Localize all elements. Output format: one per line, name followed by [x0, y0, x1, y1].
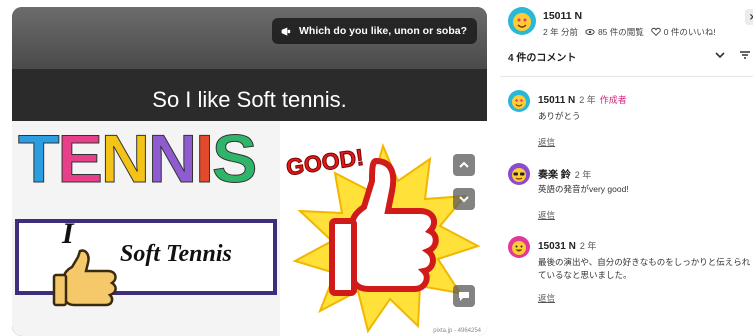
comment-author: 奏楽 鈴2 年 [538, 166, 591, 181]
comment-toggle-button[interactable] [453, 285, 475, 307]
author-info: 15011 N 2 年 分前 85 件の閲覧 0 件のいいね! × [508, 5, 753, 45]
tennis-letter: E [57, 121, 103, 198]
tennis-word: TENNIS [18, 119, 258, 199]
tennis-letter: N [148, 121, 198, 198]
sort-filter-icon[interactable] [738, 48, 752, 62]
presentation-title: Which do you like, unon or soba? [299, 25, 467, 37]
comment-item: 15011 N 2 年作成者 ありがとう 返信 [508, 89, 753, 149]
tennis-letter: N [100, 121, 150, 198]
i-letter: I [62, 217, 74, 250]
thumbs-up-icon [52, 249, 117, 307]
close-button[interactable]: × [745, 9, 753, 25]
chevron-down-icon [459, 196, 469, 203]
comments-header: 4 件のコメント [508, 48, 753, 64]
sunglasses-emoji-icon [512, 168, 526, 182]
comment-item: 15031 N2 年 最後の演出や、自分の好きなものをしっかりと伝えられているな… [508, 235, 753, 311]
post-time: 2 年 分前 [543, 27, 578, 37]
comment-avatar[interactable] [508, 90, 530, 112]
section-divider [500, 76, 753, 77]
smiling-emoji-icon [512, 241, 526, 255]
post-meta: 2 年 分前 85 件の閲覧 0 件のいいね! [543, 26, 716, 38]
reply-link[interactable]: 返信 [538, 292, 555, 304]
next-slide-button[interactable] [453, 188, 475, 210]
comment-item: 奏楽 鈴2 年 英語の発音がvery good! 返信 [508, 162, 753, 222]
eye-icon [585, 29, 595, 35]
heart-icon[interactable] [650, 27, 661, 37]
author-name[interactable]: 15011 N [543, 10, 582, 22]
comment-time: 2 年 [574, 170, 592, 180]
view-count: 85 件の閲覧 [597, 27, 644, 37]
chevron-up-icon [459, 161, 469, 168]
comment-icon [459, 292, 469, 301]
tennis-letter: I [195, 121, 215, 198]
reply-link[interactable]: 返信 [538, 136, 555, 148]
comment-text: ありがとう [538, 111, 581, 121]
comment-author-name[interactable]: 15031 N [538, 241, 576, 252]
tennis-letter: S [212, 121, 258, 198]
image-watermark: pixta.jp - 4964254 [433, 328, 481, 334]
author-avatar[interactable] [508, 7, 536, 35]
soft-tennis-label: Soft Tennis [120, 241, 232, 267]
comment-text: 最後の演出や、自分の好きなものをしっかりと伝えられているなと思いました。 [538, 257, 751, 280]
comment-time: 2 年 [579, 241, 597, 251]
comment-author-name[interactable]: 15011 N [538, 95, 575, 106]
comment-author-name[interactable]: 奏楽 鈴 [538, 170, 571, 181]
megaphone-icon [281, 26, 291, 36]
like-count: 0 件のいいね! [663, 27, 716, 37]
comment-avatar[interactable] [508, 236, 530, 258]
comment-text: 英語の発音がvery good! [538, 184, 629, 194]
comment-avatar[interactable] [508, 163, 530, 185]
presentation-viewer: Which do you like, unon or soba? So I li… [12, 7, 487, 336]
comment-author: 15011 N 2 年作成者 [538, 93, 627, 106]
tennis-letter: T [18, 121, 61, 198]
previous-slide-button[interactable] [453, 154, 475, 176]
slide-canvas: So I like Soft tennis. TENNIS GOOD! I So… [12, 69, 487, 336]
reply-link[interactable]: 返信 [538, 209, 555, 221]
heart-eyes-emoji-icon [512, 95, 526, 109]
slide-heading: So I like Soft tennis. [152, 87, 347, 112]
comment-author: 15031 N2 年 [538, 239, 596, 252]
comment-time: 2 年 [579, 95, 596, 105]
comments-count: 4 件のコメント [508, 53, 577, 64]
presentation-title-pill[interactable]: Which do you like, unon or soba? [272, 18, 477, 44]
heart-eyes-emoji-icon [513, 13, 531, 31]
author-badge: 作成者 [599, 95, 627, 105]
chevron-down-icon[interactable] [713, 48, 727, 62]
